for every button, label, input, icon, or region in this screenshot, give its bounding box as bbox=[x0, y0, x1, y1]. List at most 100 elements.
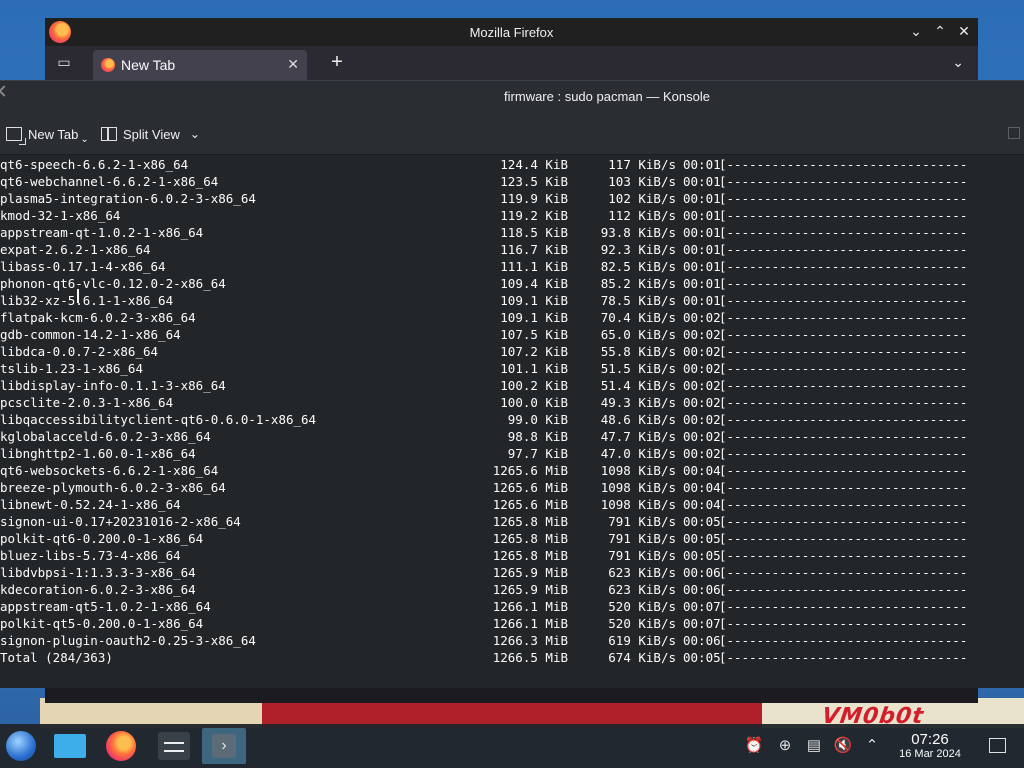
progress-bar: [-------------------------------- bbox=[719, 599, 968, 614]
progress-bar: [-------------------------------- bbox=[719, 565, 968, 580]
terminal-line: flatpak-kcm-6.0.2-3-x86_64 109.1 KiB 70.4 … bbox=[0, 309, 1024, 326]
close-tab-icon[interactable]: ✕ bbox=[287, 56, 299, 73]
package-name: libnewt-0.52.24-1-x86_64 bbox=[0, 497, 181, 512]
download-size: 100.0 KiB bbox=[500, 395, 568, 410]
download-rate: 49.3 KiB/s bbox=[600, 395, 676, 410]
clock-date[interactable]: 16 Mar 2024 bbox=[890, 748, 970, 760]
tab-new-tab[interactable]: New Tab ✕ bbox=[93, 50, 307, 80]
firefox-view-button[interactable]: ▭ bbox=[53, 54, 75, 72]
package-name: Total (284/363) bbox=[0, 650, 113, 665]
elapsed-time: 00:01 bbox=[683, 242, 721, 257]
konsole-titlebar[interactable]: firmware : sudo pacman — Konsole bbox=[0, 81, 1024, 113]
download-rate: 47.7 KiB/s bbox=[600, 429, 676, 444]
terminal-line: libdca-0.0.7-2-x86_64 107.2 KiB 55.8 KiB/s… bbox=[0, 343, 1024, 360]
download-size: 107.5 KiB bbox=[500, 327, 568, 342]
updates-icon[interactable]: ⏰ bbox=[744, 736, 764, 756]
download-size: 1265.8 MiB bbox=[492, 548, 568, 563]
terminal-line: polkit-qt6-0.200.0-1-x86_64 1265.8 MiB 791… bbox=[0, 530, 1024, 547]
download-rate: 65.0 KiB/s bbox=[600, 327, 676, 342]
package-name: signon-plugin-oauth2-0.25-3-x86_64 bbox=[0, 633, 256, 648]
package-name: kdecoration-6.0.2-3-x86_64 bbox=[0, 582, 196, 597]
progress-bar: [-------------------------------- bbox=[719, 616, 968, 631]
new-tab-label: New Tab bbox=[28, 126, 79, 142]
package-name: kmod-32-1-x86_64 bbox=[0, 208, 121, 223]
minimize-button[interactable]: ⌄ bbox=[908, 23, 924, 39]
package-name: libdca-0.0.7-2-x86_64 bbox=[0, 344, 159, 359]
network-icon[interactable]: ⊕ bbox=[775, 736, 795, 756]
progress-bar: [-------------------------------- bbox=[719, 208, 968, 223]
taskbar-file-manager[interactable] bbox=[48, 728, 92, 764]
download-size: 109.4 KiB bbox=[500, 276, 568, 291]
firefox-titlebar[interactable]: Mozilla Firefox ⌄ ⌃ ✕ bbox=[45, 18, 978, 46]
elapsed-time: 00:05 bbox=[683, 650, 721, 665]
terminal-line: qt6-speech-6.6.2-1-x86_64 124.4 KiB 117 Ki… bbox=[0, 156, 1024, 173]
download-size: 1266.1 MiB bbox=[492, 616, 568, 631]
tray-expand-icon[interactable]: ⌃ bbox=[862, 736, 882, 756]
package-name: qt6-speech-6.6.2-1-x86_64 bbox=[0, 157, 189, 172]
download-size: 124.4 KiB bbox=[500, 157, 568, 172]
split-view-button[interactable]: Split View ⌄ bbox=[101, 123, 200, 145]
progress-bar: [-------------------------------- bbox=[719, 633, 968, 648]
new-tab-button[interactable]: + bbox=[327, 51, 347, 74]
terminal-line: appstream-qt5-1.0.2-1-x86_64 1266.1 MiB 52… bbox=[0, 598, 1024, 615]
progress-bar: [-------------------------------- bbox=[719, 446, 968, 461]
package-name: libass-0.17.1-4-x86_64 bbox=[0, 259, 166, 274]
terminal-line: Total (284/363) 1266.5 MiB 674 KiB/s 00:05[… bbox=[0, 649, 1024, 666]
elapsed-time: 00:05 bbox=[683, 531, 721, 546]
maximize-button[interactable]: ⌃ bbox=[932, 23, 948, 39]
download-rate: 78.5 KiB/s bbox=[600, 293, 676, 308]
konsole-icon: › bbox=[212, 734, 236, 758]
download-size: 119.9 KiB bbox=[500, 191, 568, 206]
progress-bar: [-------------------------------- bbox=[719, 191, 968, 206]
elapsed-time: 00:02 bbox=[683, 378, 721, 393]
taskbar-konsole[interactable]: › bbox=[202, 728, 246, 764]
download-size: 118.5 KiB bbox=[500, 225, 568, 240]
terminal-line: kmod-32-1-x86_64 119.2 KiB 112 KiB/s 00:01[… bbox=[0, 207, 1024, 224]
download-rate: 51.5 KiB/s bbox=[600, 361, 676, 376]
chevron-down-icon[interactable]: ⌄ bbox=[190, 127, 200, 141]
folder-icon bbox=[54, 734, 86, 758]
download-rate: 82.5 KiB/s bbox=[600, 259, 676, 274]
download-size: 1265.6 MiB bbox=[492, 497, 568, 512]
firefox-window-title: Mozilla Firefox bbox=[469, 25, 554, 40]
package-name: pcsclite-2.0.3-1-x86_64 bbox=[0, 395, 174, 410]
show-desktop-button[interactable] bbox=[989, 738, 1006, 753]
taskbar-system-settings[interactable] bbox=[152, 728, 196, 764]
elapsed-time: 00:01 bbox=[683, 259, 721, 274]
progress-bar: [-------------------------------- bbox=[719, 463, 968, 478]
progress-bar: [-------------------------------- bbox=[719, 531, 968, 546]
terminal-output[interactable]: qt6-speech-6.6.2-1-x86_64 124.4 KiB 117 Ki… bbox=[0, 156, 1024, 688]
application-launcher-button[interactable] bbox=[0, 728, 44, 764]
progress-bar: [-------------------------------- bbox=[719, 395, 968, 410]
konsole-window-title: firmware : sudo pacman — Konsole bbox=[504, 89, 710, 104]
elapsed-time: 00:01 bbox=[683, 276, 721, 291]
copy-icon[interactable] bbox=[1008, 127, 1020, 139]
terminal-line: lib32-xz-5.6.1-1-x86_64 109.1 KiB 78.5 KiB… bbox=[0, 292, 1024, 309]
elapsed-time: 00:01 bbox=[683, 157, 721, 172]
package-name: qt6-webchannel-6.6.2-1-x86_64 bbox=[0, 174, 219, 189]
progress-bar: [-------------------------------- bbox=[719, 242, 968, 257]
elapsed-time: 00:01 bbox=[683, 225, 721, 240]
terminal-line: pcsclite-2.0.3-1-x86_64 100.0 KiB 49.3 KiB… bbox=[0, 394, 1024, 411]
download-rate: 51.4 KiB/s bbox=[600, 378, 676, 393]
split-view-label: Split View bbox=[123, 126, 180, 142]
firefox-tab-bar: ▭ New Tab ✕ + ⌄ bbox=[45, 46, 978, 80]
list-all-tabs-button[interactable]: ⌄ bbox=[952, 54, 964, 71]
new-tab-dropdown-icon[interactable]: ⌄ bbox=[80, 134, 88, 145]
clipboard-icon[interactable]: ▤ bbox=[804, 736, 824, 756]
elapsed-time: 00:02 bbox=[683, 395, 721, 410]
taskbar-firefox[interactable] bbox=[100, 728, 144, 764]
volume-muted-icon[interactable]: 🔇 bbox=[833, 736, 853, 756]
download-rate: 619 KiB/s bbox=[608, 633, 676, 648]
close-window-button[interactable]: ✕ bbox=[956, 23, 972, 39]
clock-time[interactable]: 07:26 bbox=[890, 731, 970, 748]
download-rate: 55.8 KiB/s bbox=[600, 344, 676, 359]
progress-bar: [-------------------------------- bbox=[719, 259, 968, 274]
elapsed-time: 00:05 bbox=[683, 514, 721, 529]
download-size: 1266.1 MiB bbox=[492, 599, 568, 614]
download-rate: 1098 KiB/s bbox=[600, 463, 676, 478]
terminal-line: libnghttp2-1.60.0-1-x86_64 97.7 KiB 47.0 K… bbox=[0, 445, 1024, 462]
download-rate: 102 KiB/s bbox=[608, 191, 676, 206]
new-tab-button[interactable]: New Tab ⌄ bbox=[6, 123, 89, 145]
elapsed-time: 00:02 bbox=[683, 310, 721, 325]
